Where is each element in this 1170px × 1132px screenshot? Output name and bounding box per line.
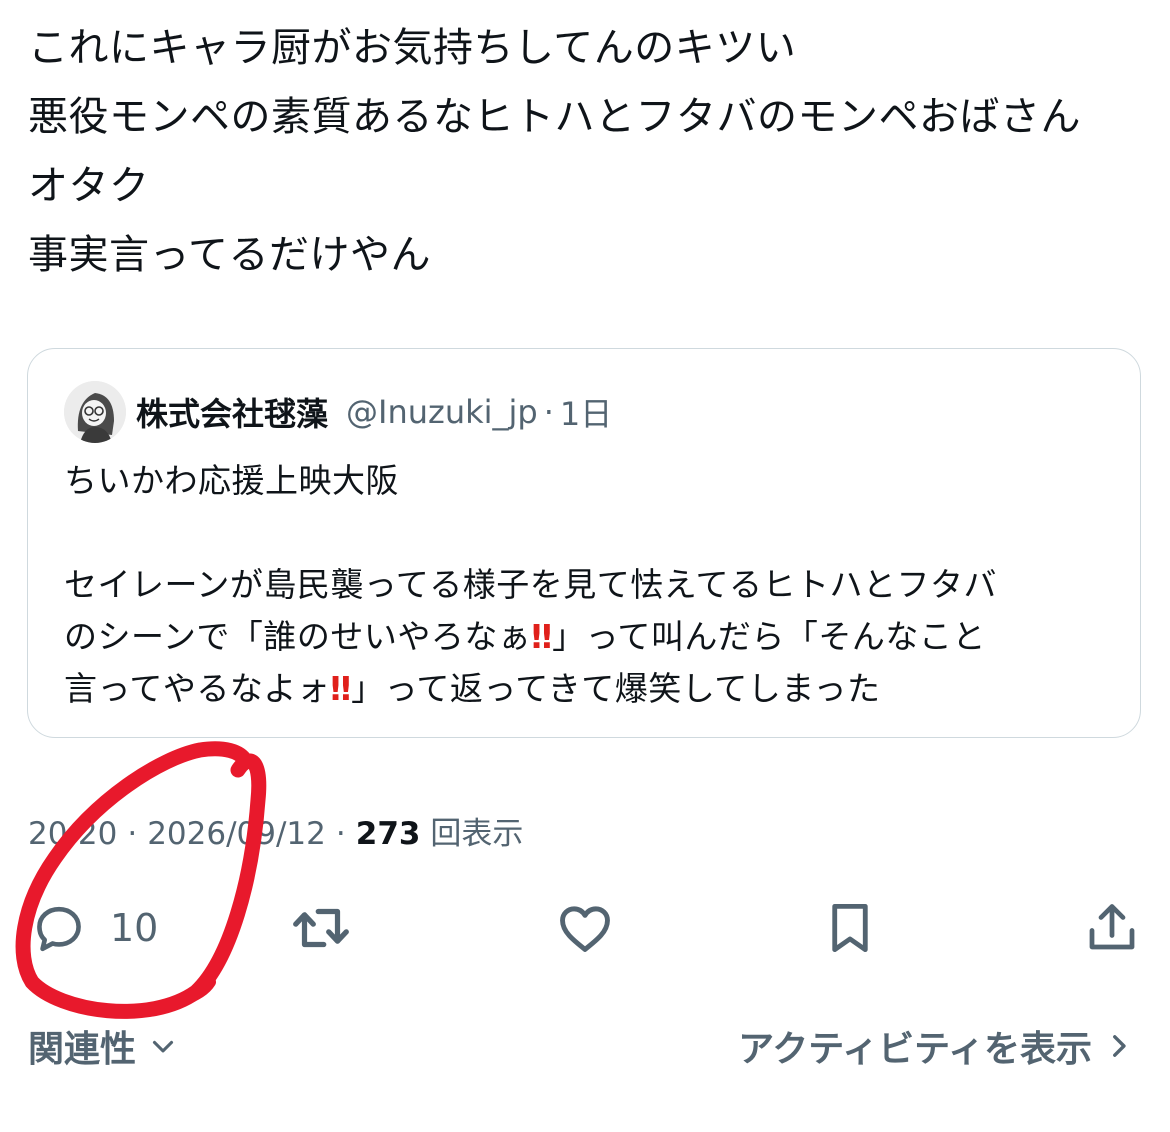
bookmark-button[interactable] <box>822 890 878 966</box>
quoted-timestamp[interactable]: 1日 <box>560 389 612 435</box>
quoted-blank-line <box>64 507 1124 559</box>
double-exclamation-icon: ‼ <box>531 617 552 656</box>
action-bar: 10 <box>0 890 1170 966</box>
quoted-text-segment: 」って叫んだら「そんなこと <box>552 617 986 656</box>
avatar[interactable] <box>64 381 126 443</box>
tweet-time: 20:20 <box>28 816 118 852</box>
share-icon <box>1089 904 1135 950</box>
replies-footer: 関連性 アクティビティを表示 <box>0 1012 1170 1076</box>
quoted-display-name[interactable]: 株式会社毬藻 <box>136 389 328 435</box>
activity-label: アクティビティを表示 <box>738 1029 1092 1070</box>
views-count: 273 <box>355 816 421 852</box>
quoted-tweet-header: 株式会社毬藻 @Inuzuki_jp · 1日 <box>64 381 612 443</box>
double-exclamation-icon: ‼ <box>330 669 351 708</box>
quoted-separator: · <box>543 393 554 431</box>
reply-count: 10 <box>110 906 159 950</box>
quoted-text-segment: 」って返ってきて爆笑してしまった <box>351 669 881 708</box>
quoted-tweet-text: ちいかわ応援上映大阪 セイレーンが島民襲ってる様子を見て怯えてるヒトハとフタバ … <box>64 455 1124 715</box>
tweet-line: これにキャラ厨がお気持ちしてんのキツい <box>28 25 797 71</box>
sort-dropdown[interactable]: 関連性 <box>28 1020 180 1072</box>
views-label: 回表示 <box>430 816 524 852</box>
meta-separator: · <box>127 816 138 852</box>
avatar-illustration <box>64 381 126 443</box>
quoted-text-segment: のシーンで「誰のせいやろなぁ <box>64 617 532 656</box>
like-button[interactable] <box>554 890 616 966</box>
chevron-down-icon <box>152 1040 174 1053</box>
chevron-right-icon <box>1113 1035 1126 1057</box>
reply-icon <box>37 906 81 952</box>
quoted-line: 言ってやるなよォ‼」って返ってきて爆笑してしまった <box>64 663 1124 715</box>
retweet-icon <box>293 908 349 948</box>
quoted-line: ちいかわ応援上映大阪 <box>64 461 399 500</box>
tweet-line: 悪役モンペの素質あるなヒトハとフタバのモンペおばさん <box>28 94 1081 140</box>
quoted-line: セイレーンが島民襲ってる様子を見て怯えてるヒトハとフタバ <box>64 565 998 604</box>
quoted-text-segment: 言ってやるなよォ <box>64 669 331 708</box>
quoted-tweet-card[interactable]: 株式会社毬藻 @Inuzuki_jp · 1日 ちいかわ応援上映大阪 セイレーン… <box>27 348 1141 738</box>
tweet-line: 事実言ってるだけやん <box>28 232 431 278</box>
reply-button[interactable]: 10 <box>30 890 158 966</box>
tweet-date: 2026/09/12 <box>147 816 326 852</box>
heart-icon <box>560 906 610 952</box>
tweet-meta: 20:20 · 2026/09/12 · 273 回表示 <box>28 808 523 853</box>
tweet-line: オタク <box>28 163 150 209</box>
view-activity-link[interactable]: アクティビティを表示 <box>738 1020 1134 1072</box>
tweet-text: これにキャラ厨がお気持ちしてんのキツい 悪役モンペの素質あるなヒトハとフタバのモ… <box>28 14 1148 290</box>
retweet-button[interactable] <box>288 890 354 966</box>
meta-separator: · <box>335 816 346 852</box>
quoted-line: のシーンで「誰のせいやろなぁ‼」って叫んだら「そんなこと <box>64 611 1124 663</box>
sort-label: 関連性 <box>28 1029 137 1070</box>
share-button[interactable] <box>1082 890 1142 966</box>
bookmark-icon <box>832 903 868 953</box>
quoted-handle[interactable]: @Inuzuki_jp <box>346 393 538 431</box>
